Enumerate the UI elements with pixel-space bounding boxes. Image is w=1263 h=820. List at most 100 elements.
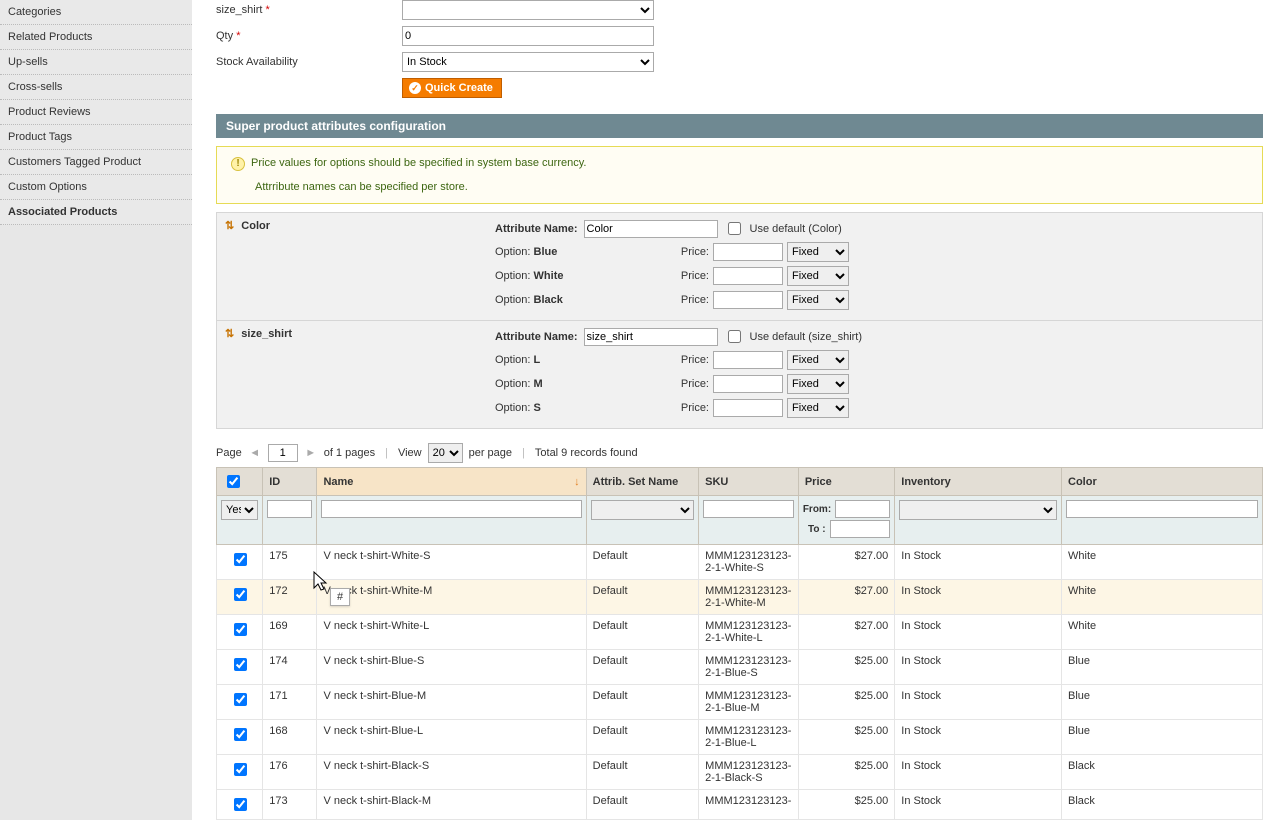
filter-color-input[interactable]: [1066, 500, 1258, 518]
attribute-row-size: ⇅ size_shirt Attribute Name: Use default…: [217, 321, 1262, 428]
cell-set: Default: [586, 790, 699, 820]
sidebar-item-related[interactable]: Related Products: [0, 25, 192, 50]
cell-name: V neck t-shirt-Blue-L: [317, 720, 586, 755]
table-row[interactable]: 168V neck t-shirt-Blue-LDefaultMMM123123…: [217, 720, 1263, 755]
col-sku[interactable]: SKU: [699, 468, 799, 496]
cell-sku: MMM123123123-2-1-Blue-L: [699, 720, 799, 755]
quick-create-button[interactable]: ✓ Quick Create: [402, 78, 502, 98]
cell-set: Default: [586, 545, 699, 580]
col-price[interactable]: Price: [798, 468, 894, 496]
price-label: Price:: [675, 294, 709, 306]
attr-color-default-label: Use default (Color): [750, 223, 842, 235]
sidebar-item-reviews[interactable]: Product Reviews: [0, 100, 192, 125]
drag-handle-icon[interactable]: ⇅: [225, 328, 234, 340]
notice-line1: Price values for options should be speci…: [251, 157, 586, 169]
row-checkbox[interactable]: [234, 658, 247, 671]
row-checkbox[interactable]: [234, 763, 247, 776]
page-prev-icon[interactable]: ◄: [248, 447, 262, 459]
filter-sku-input[interactable]: [703, 500, 794, 518]
pager: Page ◄ ► of 1 pages | View 20 per page |…: [216, 443, 1263, 463]
option-price-type-select[interactable]: Fixed: [787, 398, 849, 418]
col-id[interactable]: ID: [263, 468, 317, 496]
row-checkbox[interactable]: [234, 553, 247, 566]
table-row[interactable]: 173V neck t-shirt-Black-MDefaultMMM12312…: [217, 790, 1263, 820]
stock-select[interactable]: In Stock: [402, 52, 654, 72]
row-checkbox[interactable]: [234, 693, 247, 706]
table-row[interactable]: 169V neck t-shirt-White-LDefaultMMM12312…: [217, 615, 1263, 650]
price-label: Price:: [675, 270, 709, 282]
col-inventory[interactable]: Inventory: [895, 468, 1062, 496]
attr-size-title: size_shirt: [241, 328, 292, 340]
cell-price: $27.00: [798, 615, 894, 650]
filter-checked-select[interactable]: Yes: [221, 500, 258, 520]
filter-price-to-input[interactable]: [830, 520, 891, 538]
option-price-input[interactable]: [713, 267, 783, 285]
filter-name-input[interactable]: [321, 500, 581, 518]
sidebar-item-custom-options[interactable]: Custom Options: [0, 175, 192, 200]
filter-price-from-input[interactable]: [835, 500, 890, 518]
filter-set-select[interactable]: [591, 500, 695, 520]
row-checkbox[interactable]: [234, 588, 247, 601]
attr-color-name-input[interactable]: [584, 220, 718, 238]
sidebar-item-tags[interactable]: Product Tags: [0, 125, 192, 150]
size-shirt-select[interactable]: [402, 0, 654, 20]
option-label: Option: Black: [495, 294, 675, 306]
sidebar-item-crosssells[interactable]: Cross-sells: [0, 75, 192, 100]
option-price-input[interactable]: [713, 291, 783, 309]
option-price-type-select[interactable]: Fixed: [787, 242, 849, 262]
cell-id: 174: [263, 650, 317, 685]
cell-sku: MMM123123123-2-1-White-M: [699, 580, 799, 615]
option-label: Option: Blue: [495, 246, 675, 258]
option-price-type-select[interactable]: Fixed: [787, 290, 849, 310]
table-row[interactable]: 171V neck t-shirt-Blue-MDefaultMMM123123…: [217, 685, 1263, 720]
sort-desc-icon: ↓: [574, 476, 580, 488]
option-price-input[interactable]: [713, 375, 783, 393]
col-name[interactable]: Name↓: [317, 468, 586, 496]
tooltip: #: [330, 588, 350, 606]
option-price-type-select[interactable]: Fixed: [787, 374, 849, 394]
option-price-input[interactable]: [713, 243, 783, 261]
attr-color-default-checkbox[interactable]: [728, 222, 741, 235]
option-price-type-select[interactable]: Fixed: [787, 350, 849, 370]
option-price-input[interactable]: [713, 351, 783, 369]
table-row[interactable]: 175V neck t-shirt-White-SDefaultMMM12312…: [217, 545, 1263, 580]
price-from-label: From:: [803, 504, 831, 515]
price-to-label: To :: [803, 524, 826, 535]
page-input[interactable]: [268, 444, 298, 462]
option-price-type-select[interactable]: Fixed: [787, 266, 849, 286]
cell-set: Default: [586, 580, 699, 615]
cell-id: 169: [263, 615, 317, 650]
per-page-suffix: per page: [469, 447, 512, 459]
per-page-select[interactable]: 20: [428, 443, 463, 463]
attr-name-label: Attribute Name:: [495, 331, 578, 343]
option-label: Option: S: [495, 402, 675, 414]
col-set[interactable]: Attrib. Set Name: [586, 468, 699, 496]
cell-id: 172: [263, 580, 317, 615]
table-row[interactable]: 174V neck t-shirt-Blue-SDefaultMMM123123…: [217, 650, 1263, 685]
sidebar-item-associated-products[interactable]: Associated Products: [0, 200, 192, 225]
sidebar-item-categories[interactable]: Categories: [0, 0, 192, 25]
filter-id-input[interactable]: [267, 500, 312, 518]
qty-input[interactable]: [402, 26, 654, 46]
sidebar-item-upsells[interactable]: Up-sells: [0, 50, 192, 75]
table-row[interactable]: 176V neck t-shirt-Black-SDefaultMMM12312…: [217, 755, 1263, 790]
row-checkbox[interactable]: [234, 728, 247, 741]
attr-size-default-checkbox[interactable]: [728, 330, 741, 343]
price-label: Price:: [675, 402, 709, 414]
cell-color: Black: [1062, 755, 1263, 790]
attr-size-default-label: Use default (size_shirt): [750, 331, 863, 343]
info-icon: !: [231, 157, 245, 171]
attr-color-title: Color: [241, 220, 270, 232]
select-all-checkbox[interactable]: [227, 475, 240, 488]
table-row[interactable]: 172V neck t-shirt-White-MDefaultMMM12312…: [217, 580, 1263, 615]
cell-id: 176: [263, 755, 317, 790]
drag-handle-icon[interactable]: ⇅: [225, 220, 234, 232]
option-price-input[interactable]: [713, 399, 783, 417]
row-checkbox[interactable]: [234, 798, 247, 811]
attr-size-name-input[interactable]: [584, 328, 718, 346]
row-checkbox[interactable]: [234, 623, 247, 636]
sidebar-item-customers-tagged[interactable]: Customers Tagged Product: [0, 150, 192, 175]
col-color[interactable]: Color: [1062, 468, 1263, 496]
page-next-icon[interactable]: ►: [304, 447, 318, 459]
filter-inventory-select[interactable]: [899, 500, 1057, 520]
